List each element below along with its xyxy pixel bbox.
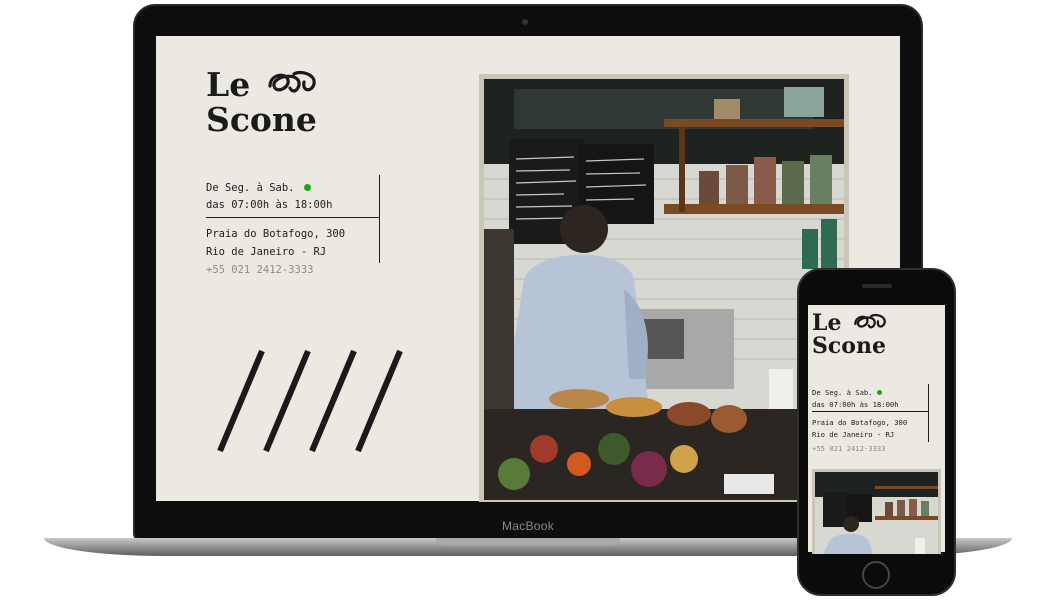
- open-status-icon: [877, 390, 882, 395]
- info-divider-vertical: [379, 175, 380, 263]
- logo-swirl-icon: [854, 313, 886, 329]
- hours-days: De Seg. à Sab.: [206, 182, 295, 194]
- info-divider-vertical-mobile: [928, 384, 929, 442]
- address-street-mobile: Praia do Botafogo, 300: [812, 418, 908, 427]
- address-street: Praia do Botafogo, 300: [206, 228, 346, 240]
- address: Praia do Botafogo, 300 Rio de Janeiro - …: [206, 225, 345, 261]
- laptop-notch: [436, 538, 620, 545]
- site-logo-mobile[interactable]: Le Scone: [812, 310, 889, 360]
- logo-word-le: Le: [206, 65, 251, 104]
- cafe-scene-icon: [484, 79, 844, 500]
- logo-word-le-mobile: Le: [812, 310, 842, 336]
- hours-time-mobile: das 07:00h às 18:00h: [812, 400, 899, 409]
- phone-number-mobile[interactable]: +55 021 2412-3333: [812, 444, 886, 453]
- info-divider-horizontal-mobile: [812, 411, 929, 412]
- address-city-mobile: Rio de Janeiro - RJ: [812, 430, 895, 439]
- cafe-scene-icon: [815, 472, 938, 554]
- site-logo[interactable]: Le Scone: [206, 65, 320, 139]
- logo-word-scone-mobile: Scone: [812, 333, 886, 360]
- phone-speaker: [862, 284, 892, 288]
- camera-icon: [522, 19, 528, 25]
- opening-hours: De Seg. à Sab. das 07:00h às 18:00h: [206, 180, 332, 214]
- opening-hours-mobile: De Seg. à Sab. das 07:00h às 18:00h: [812, 387, 899, 411]
- hours-days-mobile: De Seg. à Sab.: [812, 388, 873, 397]
- hours-time: das 07:00h às 18:00h: [206, 199, 333, 211]
- info-divider-horizontal: [206, 217, 380, 218]
- phone-number[interactable]: +55 021 2412-3333: [206, 264, 313, 276]
- open-status-icon: [304, 184, 311, 191]
- logo-word-scone: Scone: [206, 99, 317, 139]
- home-button[interactable]: [862, 561, 890, 589]
- decorative-slashes-icon: [217, 349, 403, 453]
- address-city: Rio de Janeiro - RJ: [206, 246, 327, 258]
- cafe-photo: [484, 79, 844, 500]
- cafe-photo-mobile: [815, 472, 938, 554]
- logo-swirl-icon: [268, 70, 316, 93]
- address-mobile: Praia do Botafogo, 300 Rio de Janeiro - …: [812, 417, 907, 441]
